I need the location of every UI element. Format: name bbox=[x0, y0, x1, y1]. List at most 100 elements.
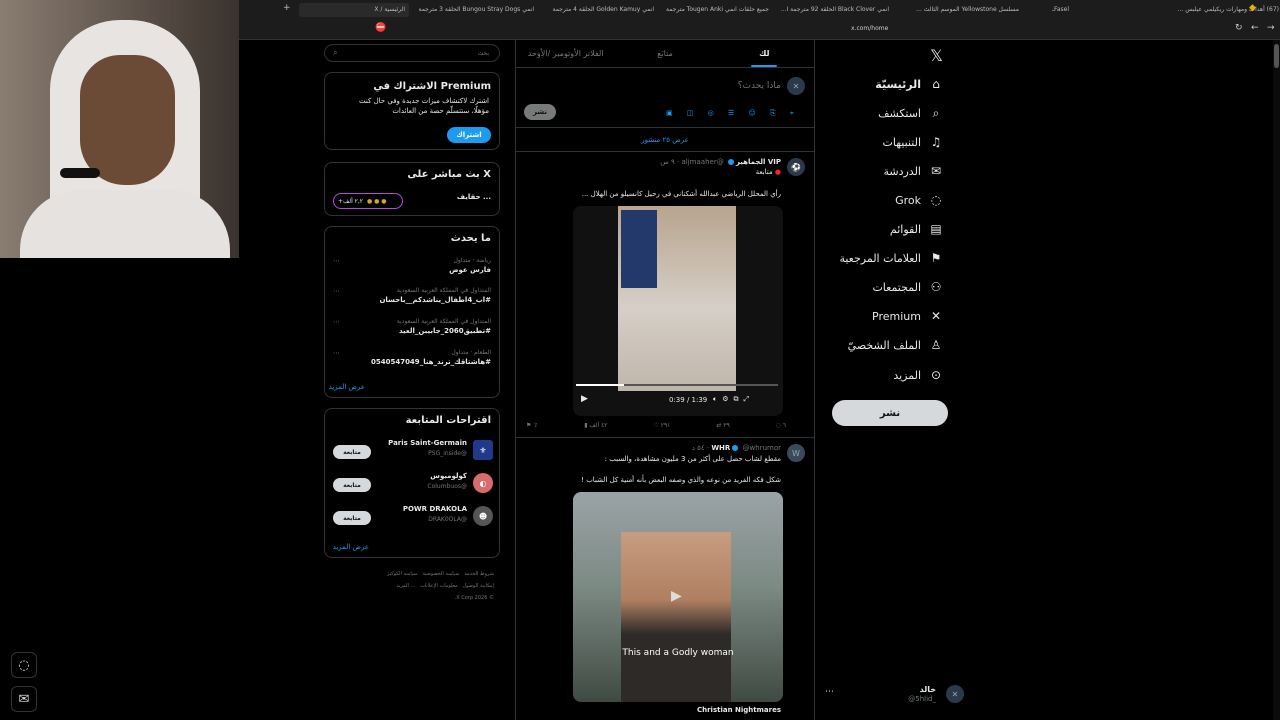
search-input[interactable]: بحث ⌕ bbox=[324, 44, 500, 62]
follow-label[interactable]: ● متابعة bbox=[756, 168, 781, 176]
suggestion-handle: @Columbuos bbox=[427, 483, 467, 490]
nav-notifications[interactable]: التنبيهات ♫ bbox=[883, 131, 943, 153]
search-icon: ⌕ bbox=[333, 48, 338, 57]
trend-more-icon[interactable]: ⋯ bbox=[333, 287, 340, 295]
trend-item[interactable]: المتداول في المملكة العربية السعودية #اب_… bbox=[379, 287, 491, 304]
grok-icon: ◌ bbox=[930, 193, 942, 207]
trend-more-icon[interactable]: ⋯ bbox=[333, 349, 340, 357]
trend-item[interactable]: الطعام · متداول #هاشتاقك_ترند_هنا_0540547… bbox=[371, 349, 491, 366]
messages-shortcut-icon[interactable]: ✉ bbox=[11, 686, 37, 712]
nav-communities[interactable]: المجتمعات ⚇ bbox=[872, 276, 943, 298]
tab-following[interactable]: متابَع bbox=[615, 40, 714, 67]
nav-more[interactable]: المزيد ⊙ bbox=[893, 364, 943, 386]
play-icon[interactable]: ▶ bbox=[581, 394, 588, 404]
bookmark-icon: ⚑ bbox=[930, 251, 942, 265]
alert-icon[interactable]: ◆ bbox=[1249, 3, 1256, 13]
play-icon[interactable]: ▶ bbox=[671, 588, 682, 604]
nav-premium[interactable]: Premium ✕ bbox=[872, 305, 943, 327]
browser-tab[interactable]: انمي Black Clover الحلقة 92 مترجمة ا... bbox=[779, 3, 889, 17]
show-new-posts[interactable]: عرض ٢٥ منشور bbox=[516, 128, 814, 152]
x-logo-icon[interactable]: 𝕏 bbox=[930, 46, 943, 65]
nav-explore[interactable]: استكشف ⌕ bbox=[878, 102, 943, 124]
nav-lists[interactable]: القوائم ▤ bbox=[890, 218, 943, 240]
page-scrollbar[interactable] bbox=[1273, 40, 1280, 720]
search-icon: ⌕ bbox=[932, 105, 940, 120]
reload-icon[interactable]: ↻ bbox=[1235, 23, 1243, 33]
forward-icon[interactable]: → bbox=[1267, 23, 1275, 33]
account-switcher[interactable]: ✕ خالد @5hlid_ ⋯ bbox=[825, 683, 964, 707]
trends-card: ما يحدث رياضة · متداول فارس عوض المتداول … bbox=[324, 226, 500, 398]
compose-toolbar[interactable]: ▣ ◫ ◎ ☰ ☺ ⎘ ⌖ bbox=[666, 109, 800, 118]
suggestion-name[interactable]: POWR DRAKOLA bbox=[403, 505, 467, 513]
suggestion-name[interactable]: Paris Saint-Germain bbox=[388, 439, 467, 447]
more-dots-icon[interactable]: ⋯ bbox=[825, 687, 834, 697]
trends-title: ما يحدث bbox=[450, 233, 491, 244]
nav-bookmarks[interactable]: العلامات المرجعية ⚑ bbox=[839, 247, 943, 269]
browser-tab[interactable]: (67) أهداف ومهارات ريكيلمي عيلبس ... bbox=[1159, 3, 1279, 17]
trends-show-more[interactable]: عرض المزيد bbox=[329, 383, 365, 391]
address-bar[interactable]: x.com/home ↻ ← → ⛔ bbox=[239, 20, 1280, 40]
browser-tab[interactable]: جميع حلقات انمي Tougen Anki مترجمة bbox=[659, 3, 769, 17]
nav-profile[interactable]: الملف الشخصيّ ♙ bbox=[848, 334, 943, 356]
post-button[interactable]: نشر bbox=[832, 400, 948, 426]
browser-tab[interactable]: مسلسل Yellowstone الموسم الثالث ... bbox=[899, 3, 1019, 17]
live-listeners[interactable]: +٢,٢ ألف ● ● ● bbox=[333, 193, 403, 209]
live-item[interactable]: ... حقايف bbox=[457, 193, 491, 201]
grok-shortcut-icon[interactable]: ◌ bbox=[11, 652, 37, 678]
browser-tab[interactable]: انمي Golden Kamuy الحلقة 4 مترجمة bbox=[544, 3, 654, 17]
tweet[interactable]: ⚽ VIP الجماهير @aljmaaher · ٩ س ● متابعة… bbox=[516, 152, 814, 438]
subscribe-button[interactable]: اشتراك bbox=[447, 127, 491, 143]
extension-icon[interactable]: ⛔ bbox=[375, 23, 386, 33]
live-card: X بث مباشر على ... حقايف +٢,٢ ألف ● ● ● bbox=[324, 162, 500, 216]
tweet[interactable]: W WHR @whrumor · ٥٤ د مقطع لشاب حصل على … bbox=[516, 438, 814, 720]
follow-button[interactable]: متابعة bbox=[333, 445, 371, 459]
premium-text: اشترك لاكتشاف ميزات جديدة وفي حال كنت مؤ… bbox=[359, 97, 489, 115]
tweet-video[interactable]: ▶ This and a Godly woman bbox=[573, 492, 783, 702]
follow-button[interactable]: متابعة bbox=[333, 511, 371, 525]
x-icon: ✕ bbox=[930, 309, 942, 323]
profile-icon: ♙ bbox=[930, 338, 942, 352]
tab-for-you[interactable]: لك bbox=[715, 40, 814, 67]
feed-tabs: لك متابَع الفلاتر الأوتومير /الأوحد bbox=[516, 40, 814, 68]
nav-grok[interactable]: Grok ◌ bbox=[895, 189, 943, 211]
tab-custom[interactable]: الفلاتر الأوتومير /الأوحد bbox=[516, 40, 615, 67]
video-inset bbox=[621, 210, 657, 288]
premium-title: Premium الاشتراك في bbox=[373, 81, 491, 92]
follow-show-more[interactable]: عرض المزيد bbox=[333, 543, 369, 551]
browser-tab-active[interactable]: الرئيسية / X bbox=[299, 3, 409, 17]
nav-messages[interactable]: الدردشة ✉ bbox=[883, 160, 943, 182]
tweet-actions: ◌ ٦ ⇄ ٣٩ ♡ ٢٩١ ▮ ٤٢ ألف ⚑ ⇪ bbox=[526, 422, 786, 429]
trend-item[interactable]: المتداول في المملكة العربية السعودية #تطب… bbox=[397, 318, 491, 335]
avatar: ⚽ bbox=[787, 158, 805, 176]
trend-item[interactable]: رياضة · متداول فارس عوض bbox=[449, 257, 491, 274]
avatar: ☻ bbox=[473, 506, 493, 526]
trend-more-icon[interactable]: ⋯ bbox=[333, 257, 340, 265]
avatar: ⚜ bbox=[473, 440, 493, 460]
video-source: Christian Nightmares bbox=[696, 706, 781, 714]
new-tab-icon[interactable]: + bbox=[283, 3, 291, 13]
avatar: ✕ bbox=[946, 685, 964, 703]
back-icon[interactable]: ← bbox=[1251, 23, 1259, 33]
suggestion-name[interactable]: كولومبوس bbox=[430, 472, 467, 480]
bookmark-share-icon[interactable]: ⚑ ⇪ bbox=[526, 422, 538, 429]
tweet-text: رأي المحلل الرياضي عبدالله أشكناني في رح… bbox=[581, 190, 781, 198]
repost-button[interactable]: ⇄ ٣٩ bbox=[716, 422, 729, 429]
like-button[interactable]: ♡ ٢٩١ bbox=[653, 422, 670, 429]
follow-button[interactable]: متابعة bbox=[333, 478, 371, 492]
url-text[interactable]: x.com/home bbox=[851, 25, 888, 32]
compose-input[interactable]: ماذا يحدث؟ bbox=[738, 81, 781, 91]
avatar: W bbox=[787, 444, 805, 462]
follow-suggestion: ◐ كولومبوس @Columbuos متابعة bbox=[331, 472, 493, 498]
browser-tab[interactable]: Faselـ bbox=[1029, 3, 1069, 17]
follow-suggestion: ⚜ Paris Saint-Germain @PSG_inside متابعة bbox=[331, 439, 493, 465]
tweet-video[interactable]: ▶ 0:39 / 1:39 🔈︎⚙⧉⤢ bbox=[573, 206, 783, 416]
suggestion-handle: @DRAK0OLA bbox=[428, 516, 467, 523]
reply-button[interactable]: ◌ ٦ bbox=[776, 422, 786, 429]
trend-more-icon[interactable]: ⋯ bbox=[333, 318, 340, 326]
video-controls-icon[interactable]: 🔈︎⚙⧉⤢ bbox=[713, 395, 754, 404]
nav-home[interactable]: الرئيسيّة ⌂ bbox=[875, 73, 943, 95]
compose-post-button[interactable]: نشر bbox=[524, 104, 556, 120]
mail-icon: ✉ bbox=[930, 164, 942, 178]
browser-tab[interactable]: انمي Bungou Stray Dogs الحلقة 3 مترجمة bbox=[419, 3, 534, 17]
views-button[interactable]: ▮ ٤٢ ألف bbox=[584, 422, 607, 429]
